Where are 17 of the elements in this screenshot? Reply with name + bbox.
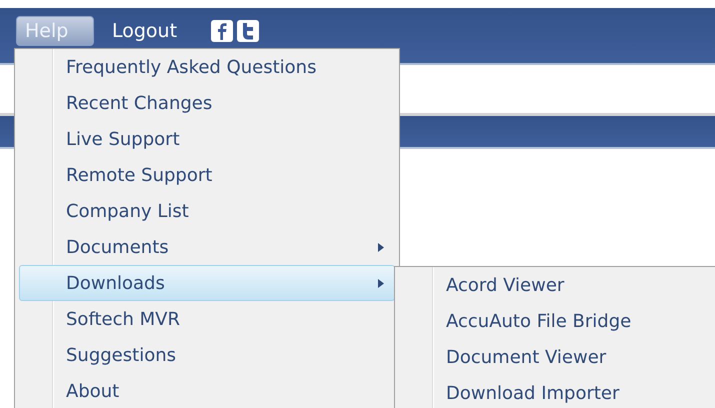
submenu-item[interactable]: Document Viewer: [399, 339, 715, 375]
menu-item[interactable]: About: [19, 373, 395, 408]
twitter-icon[interactable]: [237, 20, 260, 42]
menu-item[interactable]: Live Support: [19, 121, 395, 157]
menu-item[interactable]: Softech MVR: [19, 301, 395, 337]
menu-item[interactable]: Downloads: [19, 265, 395, 301]
menu-item[interactable]: Remote Support: [19, 157, 395, 193]
menu-item[interactable]: Company List: [19, 193, 395, 229]
menu-item[interactable]: Documents: [19, 229, 395, 265]
submenu-item[interactable]: Download Importer: [399, 375, 715, 408]
facebook-icon[interactable]: [211, 20, 234, 42]
menu-item[interactable]: Frequently Asked Questions: [19, 49, 395, 85]
logout-link[interactable]: Logout: [108, 16, 182, 46]
submenu-item[interactable]: Acord Viewer: [399, 267, 715, 303]
menu-item[interactable]: Suggestions: [19, 337, 395, 373]
menu-item[interactable]: Recent Changes: [19, 85, 395, 121]
submenu-item[interactable]: AccuAuto File Bridge: [399, 303, 715, 339]
